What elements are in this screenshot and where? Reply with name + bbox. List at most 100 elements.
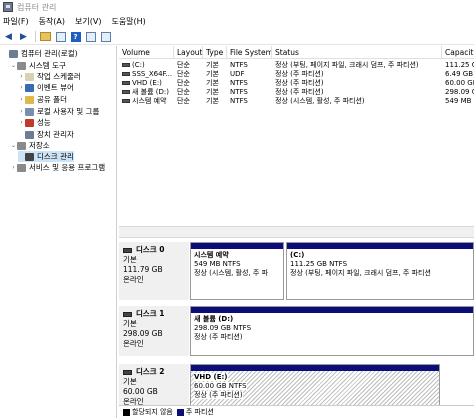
- disk-label[interactable]: 디스크 1 기본 298.09 GB 온라인: [119, 306, 189, 356]
- volume-cell-text: 단순: [177, 88, 190, 96]
- partition-status: 정상 (주 파티션): [194, 391, 436, 400]
- properties-icon: [85, 31, 96, 42]
- forward-arrow-icon[interactable]: ▶: [17, 31, 30, 43]
- tree-item[interactable]: ⌄ 시스템 도구: [10, 60, 66, 71]
- tree-item[interactable]: › 작업 스케줄러: [18, 71, 81, 82]
- volume-cell: 60.00 GB: [442, 79, 474, 88]
- tree-item-label: 장치 관리자: [37, 130, 74, 139]
- menu-help[interactable]: 도움말(H): [111, 16, 145, 27]
- partition-size: 298.09 GB NTFS: [194, 324, 470, 333]
- chevron-right-icon[interactable]: ›: [18, 108, 25, 115]
- chevron-down-icon[interactable]: ⌄: [10, 142, 17, 149]
- column-header[interactable]: Capacity: [442, 46, 474, 59]
- partition-size: 60.00 GB NTFS: [194, 382, 436, 391]
- partition-status-text: 정상 (시스템, 활성, 주 파: [194, 269, 269, 277]
- performance-icon: [25, 118, 34, 127]
- disk-label[interactable]: 디스크 0 기본 111.79 GB 온라인: [119, 242, 189, 300]
- help-button[interactable]: ?: [69, 31, 82, 43]
- volume-cell-text: UDF: [230, 70, 245, 78]
- volume-cell-text: 새 볼륨 (D:): [132, 88, 169, 96]
- up-folder-button[interactable]: [39, 31, 52, 43]
- volume-cell: 6.49 GB: [442, 70, 474, 79]
- tree-item-label: 로컬 사용자 및 그룹: [37, 107, 100, 116]
- volume-row[interactable]: VHD (E:) 단순 기본 NTFS 정상 (주 파티션) 60.00 GB: [119, 79, 474, 88]
- disk-name: 디스크 1: [123, 309, 185, 319]
- volume-cell: NTFS: [227, 79, 272, 88]
- volume-cell: 기본: [203, 88, 227, 97]
- computer-icon: [9, 49, 18, 58]
- volume-cell: SSS_X64F...: [119, 70, 174, 79]
- menu-action[interactable]: 동작(A): [39, 16, 65, 27]
- volume-cell: UDF: [227, 70, 272, 79]
- chevron-right-icon[interactable]: ›: [18, 119, 25, 126]
- volume-cell: 단순: [174, 70, 203, 79]
- volume-cell: 단순: [174, 97, 203, 106]
- volume-cell: NTFS: [227, 88, 272, 97]
- volume-icon: [122, 90, 130, 94]
- volume-cell-text: 시스템 예약: [132, 97, 167, 105]
- chevron-right-icon[interactable]: ›: [18, 73, 25, 80]
- disk-row: 디스크 1 기본 298.09 GB 온라인 새 볼륨 (D:) 298.09 GB NT…: [119, 306, 474, 356]
- disk-row: 디스크 2 기본 60.00 GB 온라인 VHD (E:) 60.00 GB NTFS 정…: [119, 364, 474, 405]
- column-header[interactable]: Type: [203, 46, 227, 59]
- device-manager-icon: [25, 130, 34, 139]
- column-header[interactable]: Volume: [119, 46, 174, 59]
- partition-block[interactable]: (C:) 111.25 GB NTFS 정상 (부팅, 페이지 파일, 크래시 덤프…: [286, 242, 474, 300]
- partition-name-text: (C:): [290, 251, 305, 259]
- volume-cell: 정상 (주 파티션): [272, 70, 442, 79]
- volume-cell-text: 111.25 G: [445, 61, 474, 69]
- clock-icon: [25, 72, 34, 81]
- users-icon: [25, 107, 34, 116]
- volume-cell-text: 60.00 GB: [445, 79, 474, 87]
- tree-item[interactable]: › 이벤트 뷰어: [18, 82, 74, 93]
- disk-label[interactable]: 디스크 2 기본 60.00 GB 온라인: [119, 364, 189, 405]
- partition-name-text: 새 볼륨 (D:): [194, 315, 234, 323]
- volume-cell: 기본: [203, 70, 227, 79]
- chevron-right-icon[interactable]: ›: [18, 84, 25, 91]
- disk-name: 디스크 2: [123, 367, 185, 377]
- chevron-right-icon[interactable]: ›: [10, 164, 17, 171]
- tree-item[interactable]: 디스크 관리: [18, 151, 74, 162]
- tree-item[interactable]: ⌄ 저장소: [10, 140, 50, 151]
- tree-item[interactable]: › 성능: [18, 117, 51, 128]
- volume-cell-text: NTFS: [230, 88, 248, 96]
- column-header[interactable]: Status: [272, 46, 442, 59]
- volume-row[interactable]: 새 볼륨 (D:) 단순 기본 NTFS 정상 (주 파티션) 298.09 G: [119, 88, 474, 97]
- partition-status: 정상 (시스템, 활성, 주 파: [194, 269, 280, 278]
- volume-cell-text: NTFS: [230, 61, 248, 69]
- disk-name-text: 디스크 1: [136, 309, 165, 318]
- properties-button[interactable]: [84, 31, 97, 43]
- volume-row[interactable]: SSS_X64F... 단순 기본 UDF 정상 (주 파티션) 6.49 GB: [119, 70, 474, 79]
- menu-file[interactable]: 파일(F): [3, 16, 29, 27]
- partition-info: 새 볼륨 (D:) 298.09 GB NTFS 정상 (주 파티션): [191, 313, 473, 344]
- volume-cell: 시스템 예약: [119, 97, 174, 106]
- partition-block[interactable]: 새 볼륨 (D:) 298.09 GB NTFS 정상 (주 파티션): [190, 306, 474, 356]
- tree-item[interactable]: › 공유 폴더: [18, 94, 67, 105]
- tree-item[interactable]: 장치 관리자: [18, 129, 74, 140]
- volume-cell: NTFS: [227, 97, 272, 106]
- disk-state: 온라인: [123, 397, 144, 405]
- pane-splitter[interactable]: [119, 226, 474, 238]
- partition-status-text: 정상 (부팅, 페이지 파일, 크래시 덤프, 주 파티션: [290, 269, 431, 277]
- menu-view[interactable]: 보기(V): [75, 16, 101, 27]
- column-header[interactable]: File System: [227, 46, 272, 59]
- tree-item[interactable]: › 서비스 및 응용 프로그램: [10, 162, 105, 173]
- view-button[interactable]: [99, 31, 112, 43]
- volume-cell-text: 단순: [177, 97, 190, 105]
- tree-item[interactable]: › 로컬 사용자 및 그룹: [18, 106, 99, 117]
- chevron-right-icon[interactable]: ›: [18, 96, 25, 103]
- tree-item-label: 디스크 관리: [37, 152, 74, 161]
- volume-row[interactable]: 시스템 예약 단순 기본 NTFS 정상 (시스템, 활성, 주 파티션) 549 MB: [119, 97, 474, 106]
- chevron-down-icon[interactable]: ⌄: [10, 62, 17, 69]
- partition-block[interactable]: VHD (E:) 60.00 GB NTFS 정상 (주 파티션): [190, 364, 440, 405]
- show-hide-tree-button[interactable]: [54, 31, 67, 43]
- volume-row[interactable]: (C:) 단순 기본 NTFS 정상 (부팅, 페이지 파일, 크래시 덤프, 주 파티…: [119, 61, 474, 70]
- services-icon: [17, 163, 26, 172]
- back-arrow-icon[interactable]: ◀: [2, 31, 15, 43]
- partition-block[interactable]: 시스템 예약 549 MB NTFS 정상 (시스템, 활성, 주 파: [190, 242, 284, 300]
- tree-item[interactable]: 컴퓨터 관리(로컬): [2, 48, 78, 59]
- volume-cell-text: 정상 (주 파티션): [275, 70, 324, 78]
- column-header[interactable]: Layout: [174, 46, 203, 59]
- partition-name: 시스템 예약: [194, 251, 280, 260]
- legend-swatch-unallocated: [123, 408, 130, 416]
